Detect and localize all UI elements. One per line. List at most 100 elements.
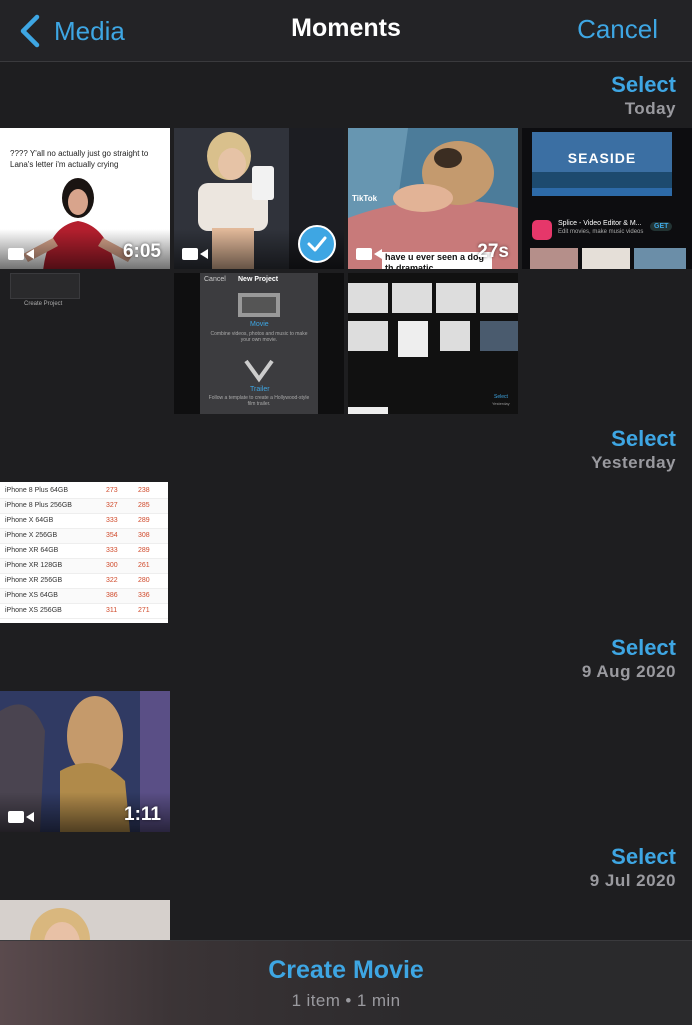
price-cell: 333	[106, 547, 118, 554]
create-project-label: Create Project	[24, 301, 63, 307]
mini-date-label: Yesterday	[492, 401, 510, 406]
timeline-strip	[532, 188, 672, 196]
price-row: iPhone XR 128GB 300 261	[0, 559, 168, 574]
nav-bar: Media Moments Cancel	[0, 0, 692, 62]
price-cell: 271	[138, 607, 150, 614]
model-cell: iPhone XS 256GB	[5, 607, 62, 614]
banner-text: SEASIDE	[567, 150, 637, 166]
trailer-description: Follow a template to create a Hollywood-…	[208, 395, 310, 407]
photo-thumbnail[interactable]: SEASIDE Splice - Video Editor & M... Edi…	[522, 128, 692, 269]
preview-image	[582, 248, 630, 269]
price-cell: 308	[138, 532, 150, 539]
price-cell: 289	[138, 517, 150, 524]
video-camera-icon	[182, 248, 208, 260]
section-date-9-aug-2020: 9 Aug 2020	[581, 662, 676, 681]
photo-thumbnail[interactable]: iPhone 8 Plus 64GB 273 238 iPhone 8 Plus 25…	[0, 482, 168, 623]
price-row: iPhone X 64GB 333 289	[0, 514, 168, 529]
duration-label: 1:11	[124, 804, 161, 825]
price-row: iPhone XR 256GB 322 280	[0, 574, 168, 589]
price-row: iPhone 8 Plus 64GB 273 238	[0, 484, 168, 499]
app-name: Splice - Video Editor & M...	[558, 220, 642, 227]
photo-thumbnail[interactable]: Cancel New Project Movie Combine videos,…	[174, 273, 344, 414]
duration-label: 27s	[477, 241, 509, 262]
mini-thumbnail	[348, 321, 388, 351]
mini-select-label: Select	[494, 394, 508, 400]
film-icon	[238, 293, 280, 317]
preview-image	[530, 248, 578, 269]
selected-checkmark-icon	[298, 225, 336, 263]
price-row: iPhone XR 64GB 333 289	[0, 544, 168, 559]
modal-title: New Project	[238, 276, 279, 283]
price-cell: 386	[106, 592, 118, 599]
model-cell: iPhone X 64GB	[5, 517, 54, 524]
video-thumbnail[interactable]: ???? Y'all no actually just go straight …	[0, 128, 170, 269]
model-cell: iPhone XS 64GB	[5, 592, 58, 599]
video-thumbnail[interactable]: TikTok have u ever seen a dog th dramati…	[348, 128, 518, 269]
section-date-today: Today	[624, 99, 676, 118]
section-date-9-jul-2020: 9 Jul 2020	[589, 871, 676, 890]
price-cell: 354	[106, 532, 118, 539]
model-cell: iPhone 8 Plus 64GB	[5, 487, 69, 494]
video-camera-icon	[8, 248, 34, 260]
select-button-today[interactable]: Select	[611, 72, 676, 98]
mini-thumbnail	[398, 321, 428, 357]
price-row: iPhone X 256GB 354 308	[0, 529, 168, 544]
price-cell: 333	[106, 517, 118, 524]
model-cell: iPhone 8 Plus 256GB	[5, 502, 72, 509]
model-cell: iPhone X 256GB	[5, 532, 58, 539]
price-cell: 289	[138, 547, 150, 554]
video-thumbnail[interactable]	[174, 128, 344, 269]
price-cell: 261	[138, 562, 150, 569]
portrait-image	[0, 900, 170, 940]
price-cell: 273	[106, 487, 118, 494]
price-cell: 238	[138, 487, 150, 494]
bottom-bar: Create Movie 1 item • 1 min	[0, 940, 692, 1025]
movie-description: Combine videos, photos and music to make…	[210, 331, 308, 343]
splice-app-icon	[532, 220, 552, 240]
photo-thumbnail[interactable]: Create Project	[0, 273, 170, 414]
photo-thumbnail[interactable]	[0, 900, 170, 940]
selection-info: 1 item • 1 min	[291, 991, 401, 1010]
price-cell: 280	[138, 577, 150, 584]
price-cell: 322	[106, 577, 118, 584]
back-button[interactable]: Media	[18, 12, 125, 50]
chevron-left-icon	[20, 14, 40, 48]
video-camera-icon	[8, 811, 34, 823]
duration-label: 6:05	[122, 241, 161, 262]
movie-option-label: Movie	[250, 321, 269, 328]
select-button-9-aug-2020[interactable]: Select	[611, 635, 676, 661]
mini-thumbnail	[480, 321, 518, 351]
price-cell: 327	[106, 502, 118, 509]
tiktok-watermark: TikTok	[352, 194, 378, 203]
cancel-button[interactable]: Cancel	[577, 14, 658, 45]
mini-thumbnail	[480, 283, 518, 313]
price-row: iPhone XS 64GB 386 336	[0, 589, 168, 604]
mini-thumbnail	[440, 321, 470, 351]
model-cell: iPhone XR 128GB	[5, 562, 63, 569]
mini-thumbnail	[392, 283, 432, 313]
price-cell: 285	[138, 502, 150, 509]
get-button-label: GET	[650, 222, 673, 231]
app-subtitle: Edit movies, make music videos	[558, 229, 644, 235]
price-table: iPhone 8 Plus 64GB 273 238 iPhone 8 Plus 25…	[0, 484, 168, 619]
mini-thumbnail	[348, 407, 388, 414]
back-label: Media	[54, 15, 125, 46]
mini-thumbnail	[348, 283, 388, 313]
select-button-yesterday[interactable]: Select	[611, 426, 676, 452]
mini-thumbnail	[436, 283, 476, 313]
photo-thumbnail[interactable]: Select Yesterday	[348, 273, 518, 414]
model-cell: iPhone XR 64GB	[5, 547, 59, 554]
model-cell: iPhone XR 256GB	[5, 577, 63, 584]
overlay-caption: have u ever seen a dog th dramatic	[382, 252, 492, 269]
create-movie-button[interactable]: Create Movie	[0, 956, 692, 985]
modal-cancel: Cancel	[204, 276, 226, 283]
price-row: iPhone XS 256GB 311 271	[0, 604, 168, 619]
select-button-9-jul-2020[interactable]: Select	[611, 844, 676, 870]
trailer-option-label: Trailer	[250, 386, 270, 393]
thumbnail-caption: ???? Y'all no actually just go straight …	[10, 149, 149, 169]
video-thumbnail[interactable]: 1:11	[0, 691, 170, 832]
section-date-yesterday: Yesterday	[591, 453, 676, 472]
preview-image	[634, 248, 686, 269]
trailer-icon	[244, 359, 274, 383]
video-camera-icon	[356, 248, 382, 260]
